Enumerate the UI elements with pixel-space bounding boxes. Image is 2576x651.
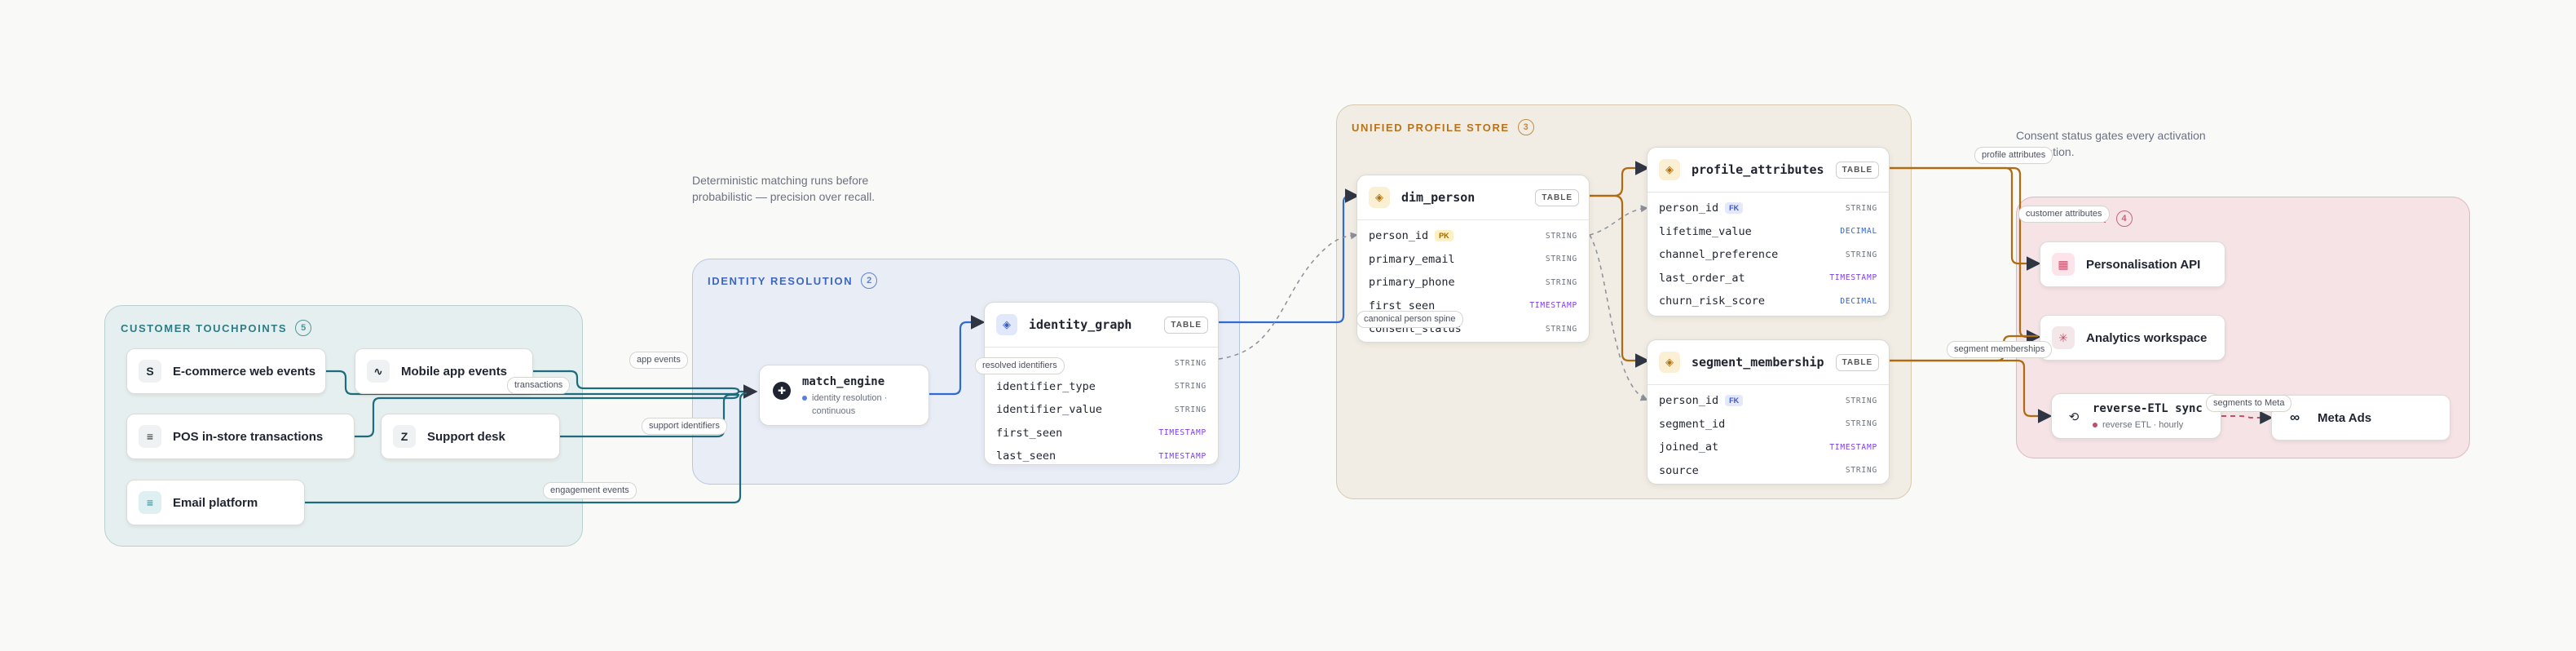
- pk-badge: PK: [1435, 230, 1453, 242]
- fk-badge: FK: [1725, 395, 1744, 407]
- edge-label-segments-to-meta: segments to Meta: [2206, 395, 2292, 412]
- match-engine-sub2: continuous: [812, 406, 856, 416]
- dest-reverse-etl-sync[interactable]: ⟲ reverse-ETL sync reverse ETL · hourly: [2051, 393, 2221, 439]
- table-badge: TABLE: [1835, 161, 1880, 179]
- fk-badge: FK: [1725, 202, 1744, 215]
- edge-person-to-segments: [1590, 194, 1650, 368]
- table-name: profile_attributes: [1692, 162, 1824, 177]
- edge-person-segments-fk: [1589, 234, 1648, 401]
- api-icon: ▦: [2052, 253, 2075, 276]
- column-row: person_id FK STRING: [1659, 202, 1877, 215]
- edge-person-attributes-fk: [1589, 205, 1648, 236]
- edge-label-profile-attributes: profile attributes: [1974, 147, 2053, 164]
- column-row: first_seen TIMESTAMP: [996, 426, 1206, 440]
- column-row: last_seen TIMESTAMP: [996, 450, 1206, 463]
- table-name: dim_person: [1401, 190, 1475, 205]
- source-support-desk[interactable]: Z Support desk: [381, 414, 560, 459]
- layers-icon: ◈: [1369, 187, 1390, 208]
- dest-personalisation-api[interactable]: ▦ Personalisation API: [2040, 241, 2225, 287]
- edge-reverse-etl-to-meta: [2221, 411, 2274, 424]
- column-row: primary_email STRING: [1369, 252, 1577, 266]
- column-row: person_id FK STRING: [1659, 394, 1877, 408]
- edge-graph-to-person: [1219, 188, 1360, 324]
- match-engine-node[interactable]: ✚ match_engine identity resolution · con…: [759, 365, 929, 426]
- analytics-icon: ✳: [2052, 326, 2075, 349]
- sync-icon: ⟲: [2068, 410, 2080, 424]
- edge-label-customer-attributes: customer attributes: [2018, 206, 2110, 223]
- table-identity-graph[interactable]: ◈ identity_graph TABLE person_idSTRING i…: [984, 302, 1219, 465]
- edge-match-to-graph: [929, 315, 986, 396]
- match-engine-name: match_engine: [802, 375, 885, 388]
- column-row: churn_risk_score DECIMAL: [1659, 294, 1877, 308]
- status-dot: [2093, 423, 2097, 428]
- edge-attributes-to-personalisation: [1890, 166, 2041, 271]
- column-row: primary_phone STRING: [1369, 276, 1577, 290]
- edge-label-engagement-events: engagement events: [543, 482, 637, 499]
- source-email-platform[interactable]: ≡ Email platform: [126, 480, 305, 525]
- zendesk-icon: Z: [393, 425, 416, 448]
- source-pos-in-store[interactable]: ≡ POS in-store transactions: [126, 414, 355, 459]
- reverse-etl-sub: reverse ETL · hourly: [2093, 420, 2183, 430]
- column-row: last_order_at TIMESTAMP: [1659, 271, 1877, 285]
- table-badge: TABLE: [1164, 316, 1208, 334]
- table-profile-attributes[interactable]: ◈ profile_attributes TABLE person_id FK ST…: [1647, 147, 1890, 317]
- table-badge: TABLE: [1535, 188, 1579, 206]
- column-row: joined_at TIMESTAMP: [1659, 441, 1877, 454]
- layers-icon: ◈: [996, 314, 1017, 335]
- column-row: identifier_type STRING: [996, 379, 1206, 393]
- table-name: identity_graph: [1029, 317, 1132, 332]
- edge-label-support-identifiers: support identifiers: [642, 418, 727, 435]
- edge-label-transactions: transactions: [507, 377, 571, 394]
- engine-icon: ✚: [773, 382, 791, 400]
- edge-attributes-to-analytics: [1890, 166, 2041, 344]
- stripe-icon: S: [139, 360, 161, 383]
- match-engine-sub: identity resolution ·: [802, 393, 887, 403]
- activity-icon: ∿: [367, 360, 390, 383]
- database-icon: ≡: [139, 491, 161, 514]
- column-row: lifetime_value DECIMAL: [1659, 224, 1877, 238]
- column-row: channel_preference STRING: [1659, 248, 1877, 262]
- column-row: person_id PK STRING: [1369, 229, 1577, 243]
- layers-icon: ◈: [1659, 159, 1680, 180]
- edge-label-canonical-person-spine: canonical person spine: [1356, 311, 1463, 328]
- edge-segments-to-reverse-etl: [1890, 359, 2053, 423]
- layers-icon: ◈: [1659, 352, 1680, 373]
- edge-person-to-attributes: [1590, 161, 1650, 197]
- database-icon: ≡: [139, 425, 161, 448]
- column-row: source STRING: [1659, 463, 1877, 477]
- dest-analytics-workspace[interactable]: ✳ Analytics workspace: [2040, 315, 2225, 361]
- reverse-etl-name: reverse-ETL sync: [2093, 402, 2203, 415]
- edge-label-resolved-identifiers: resolved identifiers: [975, 357, 1065, 374]
- edge-label-app-events: app events: [629, 352, 688, 369]
- column-row: segment_id STRING: [1659, 417, 1877, 431]
- table-badge: TABLE: [1835, 353, 1880, 371]
- column-row: identifier_value STRING: [996, 403, 1206, 417]
- table-name: segment_membership: [1692, 355, 1824, 370]
- table-segment-membership[interactable]: ◈ segment_membership TABLE person_id FK ST…: [1647, 339, 1890, 485]
- status-dot: [802, 396, 807, 401]
- dest-meta-ads[interactable]: ∞ Meta Ads: [2271, 395, 2450, 441]
- edge-graph-person-fk: [1218, 232, 1358, 360]
- edge-label-segment-memberships: segment memberships: [1947, 341, 2053, 358]
- source-ecommerce-web[interactable]: S E-commerce web events: [126, 348, 326, 394]
